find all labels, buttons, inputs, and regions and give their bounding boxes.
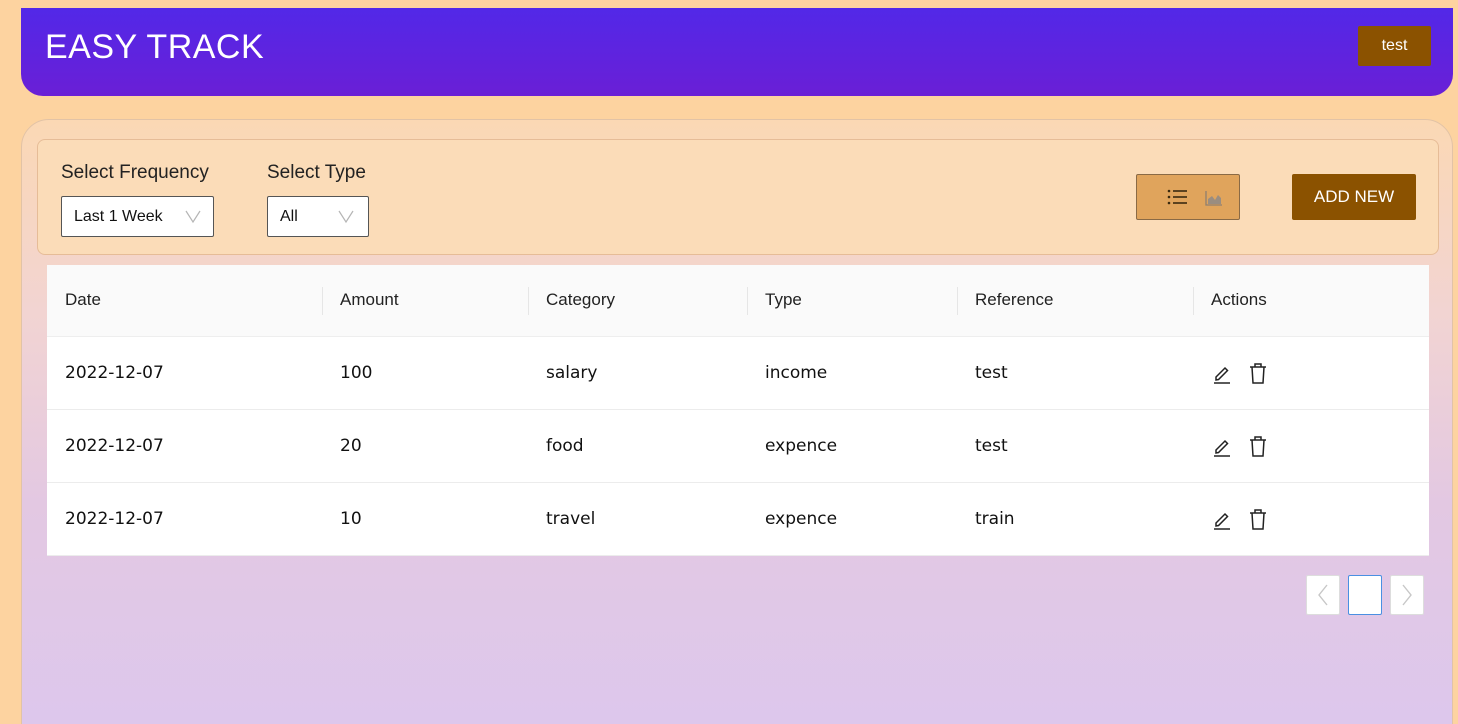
edit-icon[interactable] (1211, 435, 1233, 457)
cell-amount: 100 (322, 336, 528, 410)
main-panel: Select Frequency Last 1 Week Select Type… (21, 119, 1453, 724)
cell-category: food (528, 409, 747, 483)
cell-type: expence (747, 409, 957, 483)
prev-page-button[interactable] (1306, 575, 1340, 615)
column-header-type[interactable]: Type (747, 265, 957, 337)
app-header: EASY TRACK test (21, 8, 1453, 96)
chevron-right-icon (1402, 584, 1412, 606)
cell-date: 2022-12-07 (47, 336, 322, 410)
brand-title: EASY TRACK (45, 28, 265, 66)
cell-reference: train (957, 482, 1193, 556)
column-header-date[interactable]: Date (47, 265, 322, 337)
cell-date: 2022-12-07 (47, 409, 322, 483)
cell-actions (1193, 336, 1429, 410)
frequency-label: Select Frequency (61, 162, 209, 183)
current-page-button[interactable] (1348, 575, 1382, 615)
cell-actions (1193, 409, 1429, 483)
type-label: Select Type (267, 162, 366, 183)
user-button[interactable]: test (1358, 26, 1431, 66)
cell-type: expence (747, 482, 957, 556)
column-header-amount[interactable]: Amount (322, 265, 528, 337)
cell-type: income (747, 336, 957, 410)
next-page-button[interactable] (1390, 575, 1424, 615)
table-row[interactable]: 2022-12-07 100 salary income test (47, 336, 1429, 410)
cell-reference: test (957, 336, 1193, 410)
filter-bar: Select Frequency Last 1 Week Select Type… (37, 139, 1439, 255)
edit-icon[interactable] (1211, 362, 1233, 384)
cell-actions (1193, 482, 1429, 556)
type-select[interactable]: All (267, 196, 369, 237)
frequency-select[interactable]: Last 1 Week (61, 196, 214, 237)
table-row[interactable]: 2022-12-07 20 food expence test (47, 409, 1429, 483)
delete-icon[interactable] (1247, 362, 1269, 384)
edit-icon[interactable] (1211, 508, 1233, 530)
column-header-category[interactable]: Category (528, 265, 747, 337)
add-new-button[interactable]: ADD NEW (1292, 174, 1416, 220)
view-toggle (1136, 174, 1240, 220)
cell-category: travel (528, 482, 747, 556)
chevron-down-icon (338, 210, 354, 224)
cell-category: salary (528, 336, 747, 410)
delete-icon[interactable] (1247, 508, 1269, 530)
cell-amount: 10 (322, 482, 528, 556)
column-header-reference[interactable]: Reference (957, 265, 1193, 337)
pagination (1306, 575, 1424, 615)
delete-icon[interactable] (1247, 435, 1269, 457)
table-header-row: Date Amount Category Type Reference Acti… (47, 265, 1429, 337)
area-chart-icon[interactable] (1205, 190, 1223, 206)
type-value: All (280, 207, 298, 225)
chevron-left-icon (1318, 584, 1328, 606)
cell-amount: 20 (322, 409, 528, 483)
table-row[interactable]: 2022-12-07 10 travel expence train (47, 482, 1429, 556)
chevron-down-icon (185, 210, 201, 224)
list-icon[interactable] (1167, 188, 1187, 206)
cell-date: 2022-12-07 (47, 482, 322, 556)
transactions-table: Date Amount Category Type Reference Acti… (47, 265, 1429, 556)
column-header-actions: Actions (1193, 265, 1429, 337)
cell-reference: test (957, 409, 1193, 483)
frequency-value: Last 1 Week (74, 207, 163, 225)
type-filter: Select Type All (267, 162, 369, 237)
frequency-filter: Select Frequency Last 1 Week (61, 162, 214, 237)
